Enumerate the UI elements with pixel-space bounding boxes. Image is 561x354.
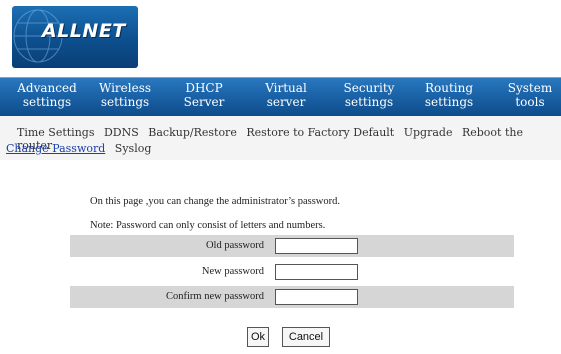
old-password-row: Old password xyxy=(70,235,514,257)
nav-label-line2: tools xyxy=(515,95,545,109)
allnet-logo: ALLNET xyxy=(12,6,138,68)
cancel-button[interactable]: Cancel xyxy=(282,327,330,347)
nav-advanced-settings[interactable]: Advanced settings xyxy=(14,81,80,113)
old-password-input[interactable] xyxy=(275,238,358,254)
nav-label-line1: Virtual xyxy=(265,81,307,95)
confirm-password-input[interactable] xyxy=(275,289,358,305)
subnav-row-2: Change Password Syslog xyxy=(6,142,546,155)
intro-text: On this page ,you can change the adminis… xyxy=(90,196,340,207)
nav-label-line2: settings xyxy=(344,95,394,109)
change-password-panel: On this page ,you can change the adminis… xyxy=(0,160,561,354)
nav-label-line1: Routing xyxy=(424,81,474,95)
nav-security-settings[interactable]: Security settings xyxy=(336,81,402,113)
confirm-password-row: Confirm new password xyxy=(70,286,514,308)
sub-navigation: Time Settings DDNS Backup/Restore Restor… xyxy=(0,116,561,160)
subnav-ddns[interactable]: DDNS xyxy=(104,126,139,139)
subnav-upgrade[interactable]: Upgrade xyxy=(404,126,453,139)
header: ALLNET xyxy=(0,0,561,72)
subnav-syslog[interactable]: Syslog xyxy=(115,142,152,155)
nav-system-tools[interactable]: System tools xyxy=(503,81,557,113)
nav-label-line1: Advanced xyxy=(17,81,77,95)
subnav-backup-restore[interactable]: Backup/Restore xyxy=(148,126,237,139)
nav-label-line2: settings xyxy=(424,95,474,109)
confirm-password-label: Confirm new password xyxy=(166,291,264,302)
logo-text: ALLNET xyxy=(42,20,126,42)
nav-label-line1: Wireless xyxy=(98,81,152,95)
nav-virtual-server[interactable]: Virtual server xyxy=(257,81,315,113)
top-navigation: Advanced settings Wireless settings DHCP… xyxy=(0,77,561,116)
nav-label-line1: System xyxy=(507,81,553,95)
nav-label-line2: server xyxy=(266,95,306,109)
nav-routing-settings[interactable]: Routing settings xyxy=(418,81,480,113)
nav-wireless-settings[interactable]: Wireless settings xyxy=(92,81,158,113)
old-password-label: Old password xyxy=(205,240,264,251)
ok-button[interactable]: Ok xyxy=(247,327,269,347)
new-password-input[interactable] xyxy=(275,264,358,280)
subnav-change-password[interactable]: Change Password xyxy=(6,142,105,155)
nav-label-line1: Security xyxy=(343,81,395,95)
subnav-restore-factory-default[interactable]: Restore to Factory Default xyxy=(246,126,394,139)
nav-label-line2: Server xyxy=(183,95,225,109)
subnav-time-settings[interactable]: Time Settings xyxy=(17,126,94,139)
new-password-row: New password xyxy=(70,261,514,283)
nav-label-line1: DHCP xyxy=(185,81,223,95)
new-password-label: New password xyxy=(201,266,264,277)
nav-label-line2: settings xyxy=(100,95,150,109)
nav-dhcp-server[interactable]: DHCP Server xyxy=(178,81,230,113)
note-text: Note: Password can only consist of lette… xyxy=(90,220,326,231)
nav-label-line2: settings xyxy=(22,95,72,109)
